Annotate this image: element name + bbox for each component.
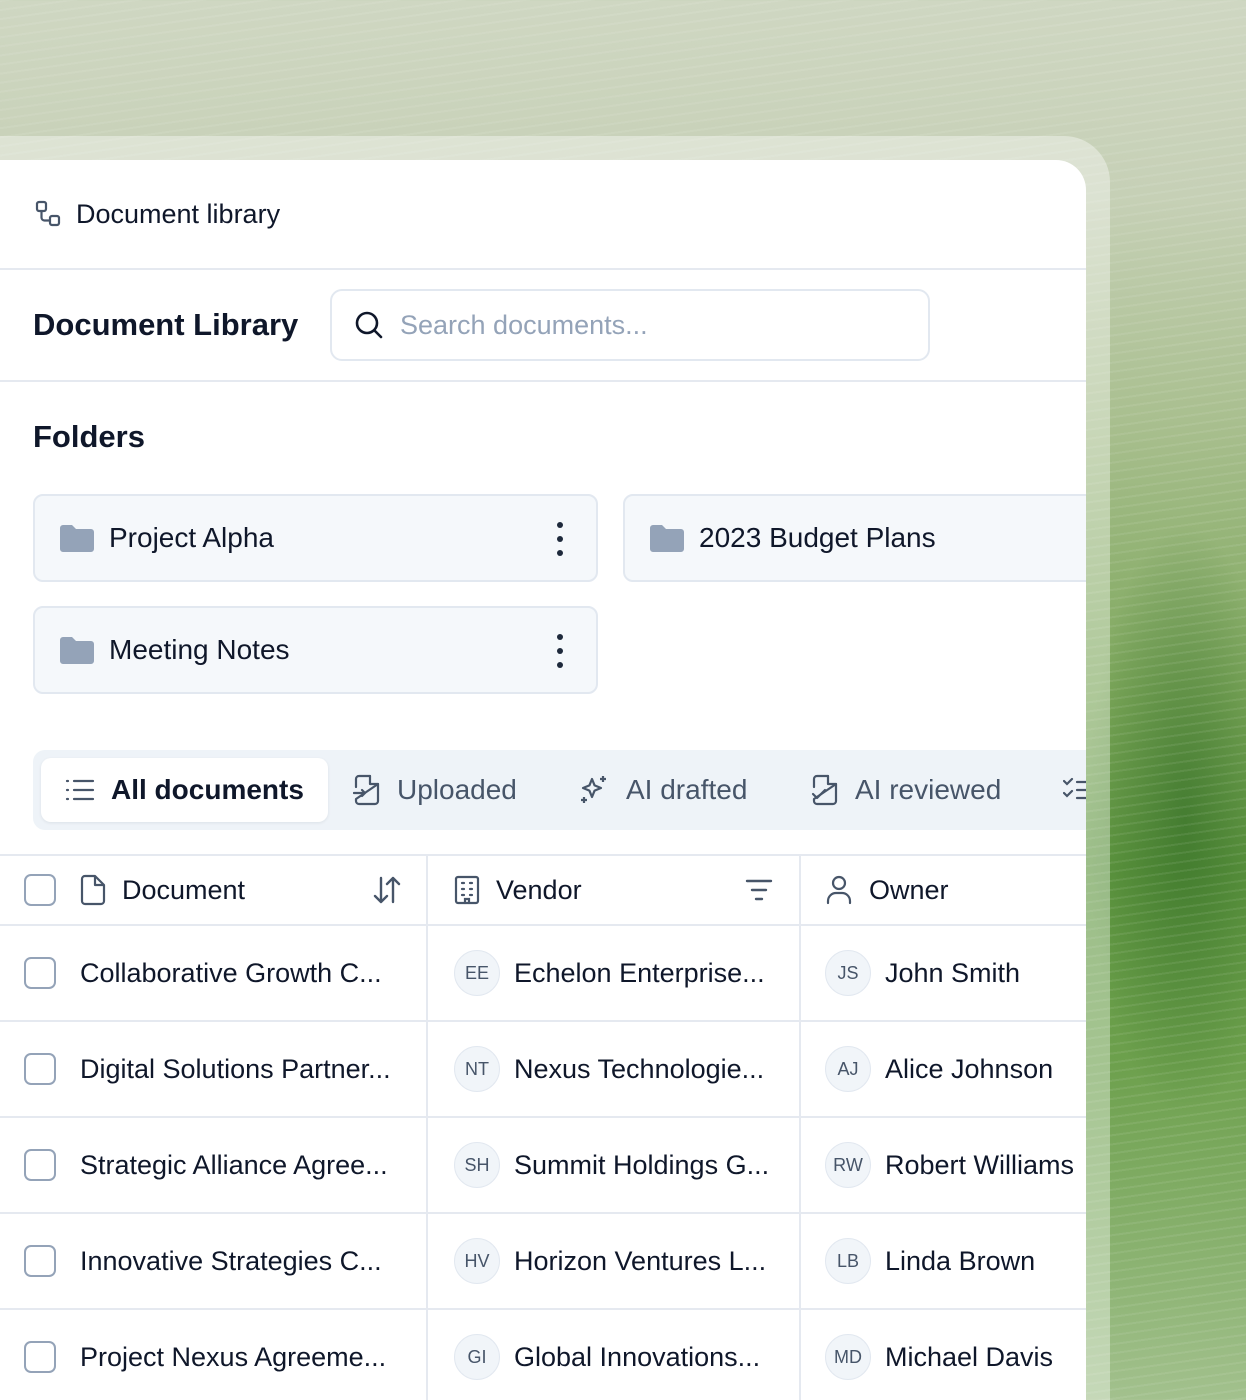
vendor-name: Horizon Ventures L... [514,1245,767,1276]
tab-label: Uploaded [397,774,517,805]
owner-name: Robert Williams [885,1149,1075,1180]
tab-ai-reviewed[interactable]: AI reviewed [811,758,1001,822]
folder-icon [59,635,95,665]
table-header-row: Document Vendor Owner [0,854,1086,926]
page-title: Document Library [33,307,299,342]
tab-label: AI reviewed [855,774,1002,805]
file-check-icon [811,774,839,806]
owner-avatar: RW [825,1142,871,1188]
breadcrumb: Document library [0,160,1086,270]
library-header: Document Library Search documents... [0,270,1086,382]
folders-heading: Folders [33,419,145,454]
row-checkbox[interactable] [24,1053,56,1085]
filter-icon[interactable] [745,878,773,902]
user-icon [825,875,853,905]
vendor-name: Echelon Enterprise... [514,957,765,988]
owner-name: Linda Brown [885,1245,1036,1276]
tab-label: All documents [111,774,304,805]
document-name[interactable]: Digital Solutions Partner... [80,1054,391,1085]
folder-name: Project Alpha [109,522,274,553]
tab-ai-drafted[interactable]: AI drafted [578,758,747,822]
search-placeholder: Search documents... [400,309,648,340]
tab-all-documents[interactable]: All documents [41,758,328,822]
tab-more[interactable] [1063,758,1086,822]
building-icon [454,875,480,905]
tab-uploaded[interactable]: Uploaded [353,758,517,822]
vendor-avatar: GI [454,1334,500,1380]
sparkle-icon [578,774,610,806]
vendor-avatar: HV [454,1238,500,1284]
owner-avatar: AJ [825,1046,871,1092]
row-checkbox[interactable] [24,1341,56,1373]
column-document: Document [0,856,428,924]
vendor-name: Global Innovations... [514,1341,761,1372]
owner-name: Alice Johnson [885,1053,1054,1084]
sort-icon[interactable] [372,875,402,905]
document-name[interactable]: Project Nexus Agreeme... [80,1342,386,1373]
owner-avatar: LB [825,1238,871,1284]
documents-table: Document Vendor Owner Collaborative Grow… [0,854,1086,1400]
row-checkbox[interactable] [24,1149,56,1181]
row-checkbox[interactable] [24,1245,56,1277]
table-row[interactable]: Strategic Alliance Agree... SH Summit Hol… [0,1118,1086,1214]
owner-avatar: MD [825,1334,871,1380]
folder-name: Meeting Notes [109,634,290,665]
breadcrumb-label[interactable]: Document library [76,199,280,230]
checklist-icon [1063,777,1086,803]
folder-name: 2023 Budget Plans [699,522,936,553]
column-label: Document [122,874,246,905]
document-name[interactable]: Innovative Strategies C... [80,1246,382,1277]
vendor-name: Nexus Technologie... [514,1053,765,1084]
folder-icon [649,523,685,553]
vendor-avatar: SH [454,1142,500,1188]
search-icon [354,310,384,340]
document-name[interactable]: Strategic Alliance Agree... [80,1150,388,1181]
table-row[interactable]: Innovative Strategies C... HV Horizon Ven… [0,1214,1086,1310]
search-input[interactable]: Search documents... [330,289,930,361]
folder-meeting-notes[interactable]: Meeting Notes [33,606,598,694]
file-upload-icon [353,774,381,806]
column-label: Vendor [496,874,582,905]
owner-name: John Smith [885,957,1021,988]
column-label: Owner [869,874,949,905]
table-row[interactable]: Project Nexus Agreeme... GI Global Innova… [0,1310,1086,1400]
list-icon [65,778,95,802]
more-options-icon[interactable] [554,522,566,556]
select-all-checkbox[interactable] [24,874,56,906]
tab-label: AI drafted [626,774,748,805]
owner-avatar: JS [825,950,871,996]
folder-2023-budget-plans[interactable]: 2023 Budget Plans [623,494,1086,582]
table-row[interactable]: Digital Solutions Partner... NT Nexus Tec… [0,1022,1086,1118]
vendor-avatar: EE [454,950,500,996]
document-library-window: Document library Document Library Search… [0,160,1086,1400]
table-row[interactable]: Collaborative Growth C... EE Echelon Ente… [0,926,1086,1022]
more-options-icon[interactable] [554,634,566,668]
document-name[interactable]: Collaborative Growth C... [80,958,382,989]
library-icon [34,200,62,228]
vendor-avatar: NT [454,1046,500,1092]
owner-name: Michael Davis [885,1341,1054,1372]
vendor-name: Summit Holdings G... [514,1149,770,1180]
folder-icon [59,523,95,553]
document-icon [80,874,106,906]
column-owner: Owner [801,856,1086,924]
folder-project-alpha[interactable]: Project Alpha [33,494,598,582]
column-vendor: Vendor [428,856,801,924]
document-filter-tabs: All documents Uploaded AI drafted AI rev… [33,750,1086,830]
row-checkbox[interactable] [24,957,56,989]
